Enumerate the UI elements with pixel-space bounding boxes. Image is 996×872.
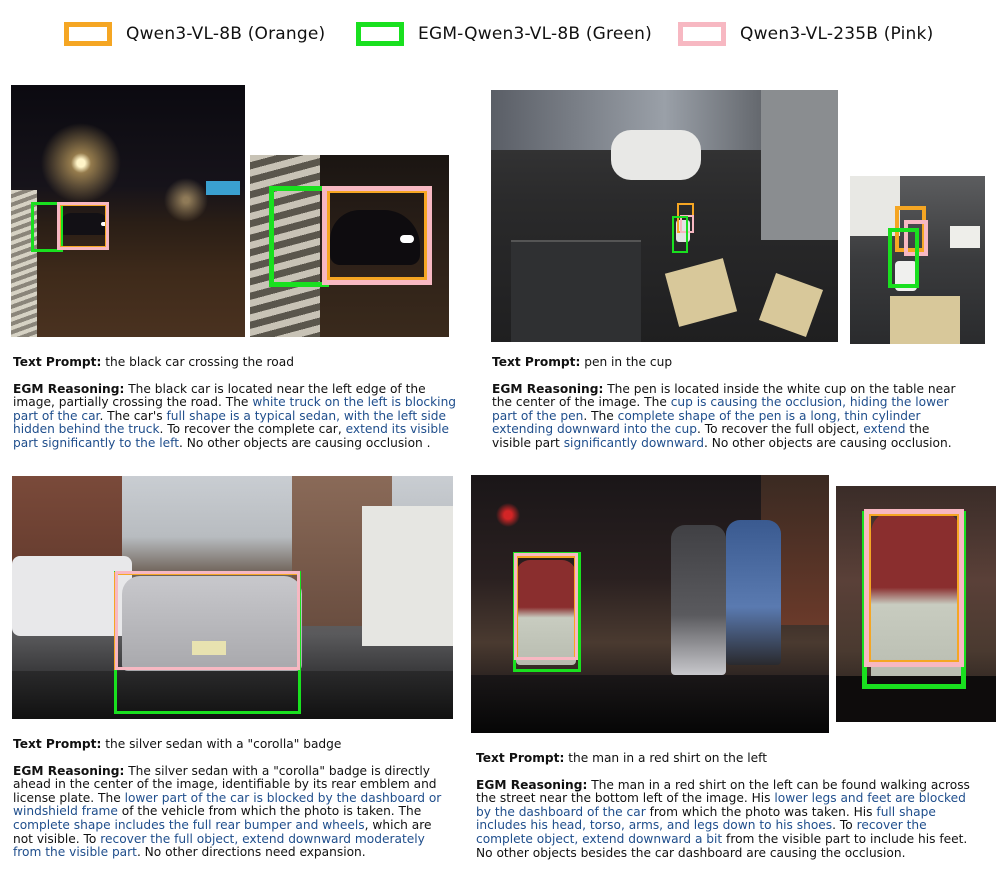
legend-label-green: EGM-Qwen3-VL-8B (Green) — [418, 24, 652, 44]
prompt-text: the silver sedan with a "corolla" badge — [105, 737, 342, 751]
legend-swatch-green — [356, 22, 404, 46]
prompt-text: the man in a red shirt on the left — [568, 751, 767, 765]
pink-box — [57, 202, 109, 250]
reasoning-segment: . The — [583, 408, 618, 423]
reasoning-segment: . To — [832, 818, 857, 833]
reasoning-segment: . No other objects are causing occlusion… — [703, 435, 952, 450]
reasoning-segment: . To recover the complete car, — [159, 422, 346, 437]
caption-silver-sedan: Text Prompt: the silver sedan with a "co… — [13, 737, 453, 860]
reasoning-segment: of the vehicle from which the photo is t… — [117, 804, 422, 819]
green-box-crop — [269, 186, 329, 287]
caption-pen-in-cup: Text Prompt: pen in the cup EGM Reasonin… — [492, 355, 970, 451]
reasoning-segment: . No other directions need expansion. — [136, 845, 366, 860]
pink-box — [514, 553, 578, 660]
reasoning-segment: from which the photo was taken. His — [645, 804, 877, 819]
prompt-label: Text Prompt: — [13, 737, 102, 751]
egm-reasoning: EGM Reasoning: The pen is located inside… — [492, 381, 970, 451]
legend-item-pink: Qwen3-VL-235B (Pink) — [678, 22, 933, 46]
green-box-crop — [888, 228, 919, 288]
prompt-label: Text Prompt: — [13, 355, 102, 369]
reasoning-text: The silver sedan with a "corolla" badge … — [13, 764, 441, 860]
legend-label-pink: Qwen3-VL-235B (Pink) — [740, 24, 934, 44]
legend-item-green: EGM-Qwen3-VL-8B (Green) — [356, 22, 652, 46]
pink-box-crop — [322, 186, 432, 285]
prompt-label: Text Prompt: — [476, 751, 565, 765]
legend-item-orange: Qwen3-VL-8B (Orange) — [64, 22, 325, 46]
reasoning-label: EGM Reasoning: — [13, 763, 125, 778]
prompt-label: Text Prompt: — [492, 355, 581, 369]
reasoning-segment: . The car's — [99, 408, 167, 423]
caption-man-red-shirt: Text Prompt: the man in a red shirt on t… — [476, 751, 976, 861]
prompt-text: pen in the cup — [584, 355, 673, 369]
legend-label-orange: Qwen3-VL-8B (Orange) — [126, 24, 326, 44]
prompt-text: the black car crossing the road — [105, 355, 294, 369]
reasoning-label: EGM Reasoning: — [492, 381, 604, 396]
text-prompt: Text Prompt: pen in the cup — [492, 355, 970, 370]
egm-reasoning: EGM Reasoning: The black car is located … — [13, 381, 468, 451]
reasoning-highlight: complete shape includes the full rear bu… — [13, 817, 365, 832]
reasoning-segment: . No other objects are causing occlusion… — [179, 435, 431, 450]
reasoning-label: EGM Reasoning: — [13, 381, 125, 396]
reasoning-label: EGM Reasoning: — [476, 777, 588, 792]
reasoning-highlight: extend — [863, 422, 906, 437]
green-box — [672, 216, 688, 253]
text-prompt: Text Prompt: the black car crossing the … — [13, 355, 468, 370]
legend-swatch-orange — [64, 22, 112, 46]
caption-black-car: Text Prompt: the black car crossing the … — [13, 355, 468, 451]
egm-reasoning: EGM Reasoning: The silver sedan with a "… — [13, 763, 453, 860]
pink-box — [115, 571, 300, 670]
legend: Qwen3-VL-8B (Orange) EGM-Qwen3-VL-8B (Gr… — [0, 22, 996, 58]
reasoning-segment: . To recover the full object, — [696, 422, 864, 437]
egm-reasoning: EGM Reasoning: The man in a red shirt on… — [476, 777, 976, 861]
pink-box-crop — [864, 509, 964, 667]
text-prompt: Text Prompt: the silver sedan with a "co… — [13, 737, 453, 752]
robot-lab-photo — [491, 90, 838, 342]
legend-swatch-pink — [678, 22, 726, 46]
text-prompt: Text Prompt: the man in a red shirt on t… — [476, 751, 976, 766]
reasoning-highlight: significantly downward — [563, 435, 704, 450]
